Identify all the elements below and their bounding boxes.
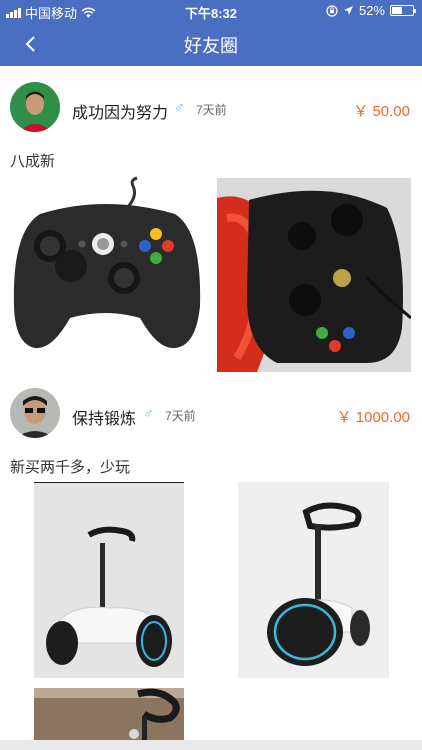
male-gender-icon: ♂ bbox=[174, 99, 185, 115]
post-time: 7天前 bbox=[196, 103, 227, 117]
battery-icon bbox=[390, 5, 416, 16]
post-image[interactable] bbox=[34, 482, 184, 678]
battery-percent: 52% bbox=[358, 3, 385, 18]
post-image[interactable] bbox=[238, 482, 389, 678]
post-image[interactable] bbox=[10, 176, 205, 372]
post-username[interactable]: 成功因为努力 bbox=[72, 99, 168, 123]
moments-feed[interactable]: 成功因为努力 ♂ 7天前 ￥ 50.00 八成新 保持锻炼 ♂ 7天前 ￥ 10… bbox=[0, 66, 422, 750]
status-bar: 中国移动 下午8:32 52% bbox=[0, 0, 422, 22]
post-text: 八成新 bbox=[10, 153, 56, 170]
post-text: 新买两千多，少玩 bbox=[10, 459, 131, 476]
post-image[interactable] bbox=[217, 178, 411, 372]
top-bar: 中国移动 下午8:32 52% 好友圈 bbox=[0, 0, 422, 66]
male-gender-icon: ♂ bbox=[143, 405, 154, 421]
location-arrow-icon bbox=[343, 6, 353, 15]
lock-rotation-icon bbox=[326, 4, 338, 17]
post-price: ￥ 50.00 bbox=[353, 103, 410, 120]
avatar[interactable] bbox=[10, 82, 60, 132]
bottom-divider bbox=[0, 740, 422, 750]
post-header[interactable]: 成功因为努力 ♂ 7天前 ￥ 50.00 bbox=[0, 82, 422, 138]
status-right: 52% bbox=[326, 3, 416, 18]
black-controller-on-red-cloth-photo bbox=[217, 178, 411, 372]
white-self-balancing-scooter-photo bbox=[34, 483, 184, 678]
black-xbox-controller-photo bbox=[10, 176, 205, 372]
post-username[interactable]: 保持锻炼 bbox=[72, 405, 136, 429]
avatar[interactable] bbox=[10, 388, 60, 438]
avatar-photo bbox=[10, 388, 60, 438]
post-price: ￥ 1000.00 bbox=[336, 409, 410, 426]
avatar-photo bbox=[10, 82, 60, 132]
white-balancing-scooter-rear-photo bbox=[238, 482, 389, 678]
nav-bar: 好友圈 bbox=[0, 22, 422, 66]
post-header[interactable]: 保持锻炼 ♂ 7天前 ￥ 1000.00 bbox=[0, 388, 422, 444]
post-time: 7天前 bbox=[165, 409, 196, 423]
page-title: 好友圈 bbox=[184, 36, 238, 56]
